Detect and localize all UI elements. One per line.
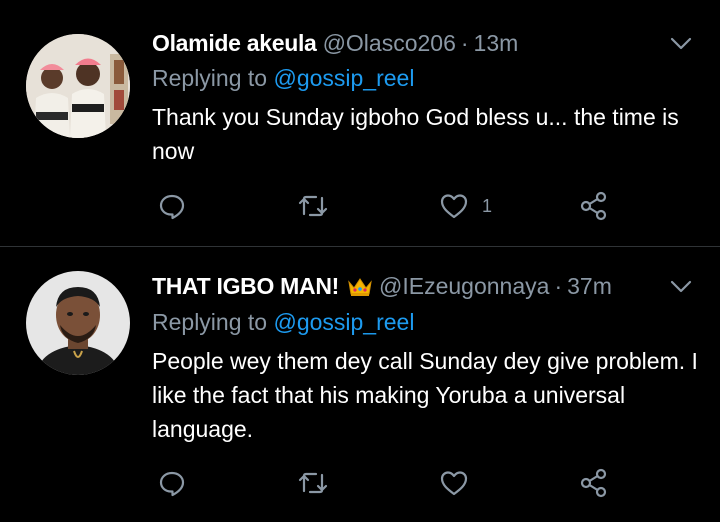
separator-dot: · — [460, 30, 469, 56]
share-icon — [578, 190, 610, 222]
retweet-icon — [296, 190, 330, 222]
reply-button[interactable] — [156, 190, 188, 222]
user-handle[interactable]: @Olasco206 — [323, 28, 456, 58]
timestamp[interactable]: 13m — [474, 28, 519, 58]
chevron-down-icon[interactable] — [668, 273, 694, 299]
reply-icon — [156, 467, 188, 499]
separator-dot: · — [554, 273, 563, 299]
replying-to-label: Replying to — [152, 309, 268, 335]
tweet-text: Thank you Sunday igboho God bless u... t… — [152, 104, 679, 164]
chevron-down-icon[interactable] — [668, 30, 694, 56]
replying-to: Replying to @gossip_reel — [152, 307, 414, 337]
user-handle[interactable]: @IEzeugonnaya — [379, 271, 549, 301]
replying-to: Replying to @gossip_reel — [152, 63, 414, 93]
share-button[interactable] — [578, 467, 610, 499]
avatar[interactable] — [26, 271, 130, 375]
timestamp[interactable]: 37m — [567, 271, 612, 301]
like-icon — [438, 190, 470, 222]
tweet[interactable]: THAT IGBO MAN! @IEzeugonnaya · 37m Reply… — [0, 247, 720, 522]
retweet-button[interactable] — [296, 467, 330, 499]
tweet-header: THAT IGBO MAN! @IEzeugonnaya · 37m — [152, 271, 612, 301]
like-button[interactable]: 1 — [438, 190, 492, 222]
share-button[interactable] — [578, 190, 610, 222]
retweet-button[interactable] — [296, 190, 330, 222]
display-name[interactable]: Olamide akeula — [152, 28, 317, 58]
like-icon — [438, 467, 470, 499]
like-button[interactable] — [438, 467, 482, 499]
reply-button[interactable] — [156, 467, 188, 499]
replying-to-label: Replying to — [152, 65, 268, 91]
tweet-header: Olamide akeula @Olasco206 · 13m — [152, 28, 518, 58]
retweet-icon — [296, 467, 330, 499]
reply-mention-link[interactable]: @gossip_reel — [273, 309, 414, 335]
display-name[interactable]: THAT IGBO MAN! — [152, 271, 339, 301]
reply-icon — [156, 190, 188, 222]
share-icon — [578, 467, 610, 499]
avatar[interactable] — [26, 34, 130, 138]
like-count: 1 — [482, 195, 493, 216]
tweet-text: People wey them dey call Sunday dey give… — [152, 348, 698, 442]
tweet[interactable]: Olamide akeula @Olasco206 · 13m Replying… — [0, 0, 720, 246]
reply-mention-link[interactable]: @gossip_reel — [273, 65, 414, 91]
crown-emoji-icon — [347, 275, 373, 297]
